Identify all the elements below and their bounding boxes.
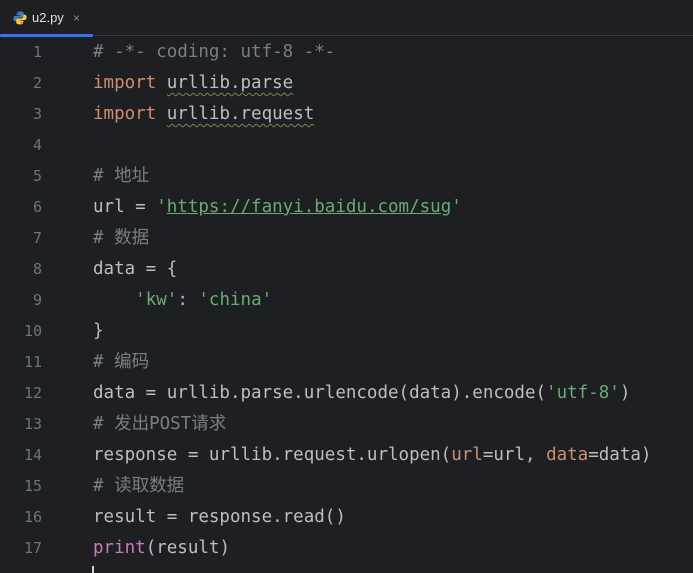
code-line[interactable]: 5 # 地址 <box>0 161 693 192</box>
code-line[interactable]: 13 # 发出POST请求 <box>0 409 693 440</box>
code-token: } <box>93 321 104 341</box>
code-token: https://fanyi.baidu.com/sug <box>166 197 452 217</box>
code-text: # -*- coding: utf-8 -*- <box>93 37 335 68</box>
line-number: 11 <box>23 353 42 371</box>
code-text: url = 'https://fanyi.baidu.com/sug' <box>93 192 462 223</box>
code-text: result = response.read() <box>93 502 346 533</box>
code-token: =data) <box>588 445 652 465</box>
line-number: 2 <box>32 74 42 92</box>
code-line[interactable]: 3 import urllib.request <box>0 99 693 130</box>
code-text: 'kw': 'china' <box>93 285 272 316</box>
code-token: urllib.parse <box>166 73 294 93</box>
line-number: 3 <box>32 105 42 123</box>
line-number: 9 <box>32 291 42 309</box>
code-token: # <box>93 414 115 434</box>
code-token: # <box>93 352 115 372</box>
line-number: 1 <box>32 43 42 61</box>
code-token: url = <box>93 197 157 217</box>
code-token: urllib.request <box>166 104 315 124</box>
code-token: 地址 <box>114 166 150 186</box>
code-line[interactable]: 17 print(result) <box>0 533 693 564</box>
code-line[interactable]: 1 # -*- coding: utf-8 -*- <box>0 37 693 68</box>
code-token: import <box>93 104 157 124</box>
code-token: POST <box>149 414 192 434</box>
code-token: # <box>93 476 115 496</box>
code-text: } <box>93 316 104 347</box>
code-text: data = { <box>93 254 177 285</box>
code-text: # 发出POST请求 <box>93 409 226 440</box>
code-token: # <box>93 166 115 186</box>
code-token: 发出 <box>114 414 150 434</box>
line-number: 14 <box>23 446 42 464</box>
code-token: 'kw' <box>135 290 178 310</box>
code-line[interactable]: 16 result = response.read() <box>0 502 693 533</box>
code-token: (result) <box>145 538 230 558</box>
code-token: 读取数据 <box>114 476 185 496</box>
editor-tab-bar: u2.py × <box>0 0 693 37</box>
line-number: 12 <box>23 384 42 402</box>
code-line[interactable]: 9 'kw': 'china' <box>0 285 693 316</box>
close-icon[interactable]: × <box>73 10 80 26</box>
code-text: # 编码 <box>93 347 149 378</box>
code-token: 'utf-8' <box>546 383 620 403</box>
code-token: 编码 <box>114 352 150 372</box>
code-line[interactable]: 14 response = urllib.request.urlopen(url=… <box>0 440 693 471</box>
code-text: data = urllib.parse.urlencode(data).enco… <box>93 378 630 409</box>
code-line[interactable]: 4 <box>0 130 693 161</box>
code-token: result = response.read() <box>93 507 346 527</box>
line-number: 5 <box>32 167 42 185</box>
code-text: # 读取数据 <box>93 471 184 502</box>
code-line[interactable]: 11 # 编码 <box>0 347 693 378</box>
text-caret <box>92 566 94 573</box>
line-number: 13 <box>23 415 42 433</box>
code-line[interactable]: 2 import urllib.parse <box>0 68 693 99</box>
line-number: 6 <box>32 198 42 216</box>
code-token: 'china' <box>198 290 273 310</box>
code-token: ' <box>451 197 462 217</box>
code-token: data <box>546 445 589 465</box>
code-token: ' <box>156 197 167 217</box>
tab-u2-py[interactable]: u2.py × <box>0 0 96 37</box>
code-line[interactable]: 10} <box>0 316 693 347</box>
line-number: 8 <box>32 260 42 278</box>
code-token: print <box>93 538 146 558</box>
code-line[interactable]: 15 # 读取数据 <box>0 471 693 502</box>
code-text: import urllib.parse <box>93 68 293 99</box>
line-number: 7 <box>32 229 42 247</box>
line-number: 17 <box>23 539 42 557</box>
code-token: 请求 <box>191 414 227 434</box>
code-token: response = urllib.request.urlopen( <box>93 445 452 465</box>
code-token: data = urllib.parse.urlencode(data).enco… <box>93 383 547 403</box>
code-text: # 数据 <box>93 223 149 254</box>
code-token: import <box>93 73 157 93</box>
code-line[interactable]: 8 data = { <box>0 254 693 285</box>
code-token: url <box>451 445 483 465</box>
code-token: 数据 <box>114 228 150 248</box>
tab-label: u2.py <box>32 10 64 25</box>
code-line[interactable]: 7 # 数据 <box>0 223 693 254</box>
line-number: 10 <box>23 322 42 340</box>
code-token: data = { <box>93 259 178 279</box>
code-text: import urllib.request <box>93 99 314 130</box>
line-number: 16 <box>23 508 42 526</box>
python-icon <box>12 10 28 26</box>
code-line[interactable]: 6 url = 'https://fanyi.baidu.com/sug' <box>0 192 693 223</box>
code-editor[interactable]: 1 # -*- coding: utf-8 -*- 2 import urllib.p… <box>0 37 693 573</box>
code-text: print(result) <box>93 533 230 564</box>
code-line[interactable]: 12 data = urllib.parse.urlencode(data).en… <box>0 378 693 409</box>
code-text: # 地址 <box>93 161 149 192</box>
line-number: 4 <box>32 136 42 154</box>
code-text: response = urllib.request.urlopen(url=ur… <box>93 440 651 471</box>
code-token: =url, <box>482 445 547 465</box>
code-token: # <box>93 228 115 248</box>
line-number: 15 <box>23 477 42 495</box>
code-token: : <box>177 290 199 310</box>
code-token: # -*- coding: utf-8 -*- <box>93 42 336 62</box>
code-token: ) <box>619 383 631 403</box>
